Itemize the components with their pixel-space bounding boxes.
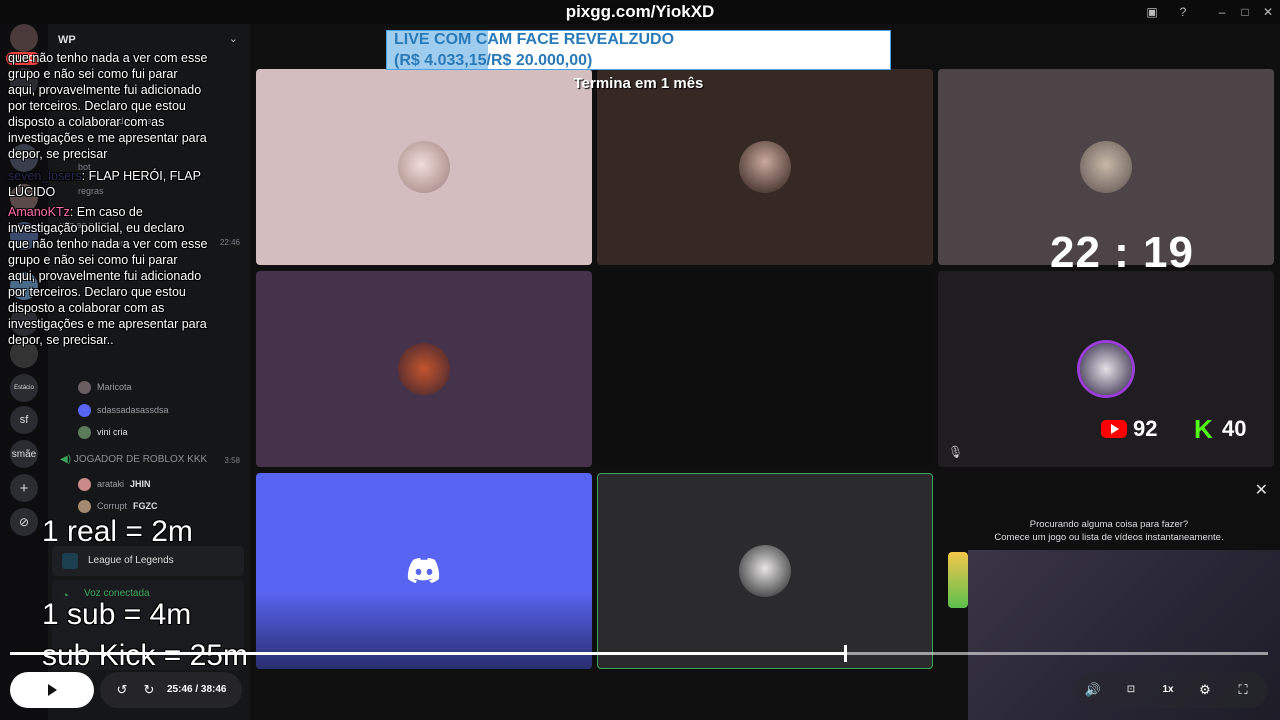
kick-count: 40	[1222, 416, 1247, 441]
monitor-icon[interactable]: ▣	[1144, 4, 1160, 20]
server-icon[interactable]: Estácio	[10, 374, 38, 402]
voice-channel[interactable]: ◀) JOGADOR DE ROBLOX KKK	[60, 454, 207, 465]
volume-icon[interactable]: 🔊	[1083, 680, 1103, 700]
forward-10-icon[interactable]: ↻	[139, 680, 159, 700]
member-name: Corrupt	[97, 501, 128, 511]
chat-message: seven_losers: FLAP HERÓI, FLAP LÚCIDO	[8, 168, 208, 200]
participant-tile[interactable]	[597, 69, 933, 265]
participant-tile[interactable]	[597, 271, 933, 467]
maximize-icon[interactable]: □	[1237, 4, 1253, 20]
server-icon[interactable]: sf	[10, 406, 38, 434]
voice-duration: 22:46	[219, 238, 240, 247]
voice-channel-name: JOGADOR DE ROBLOX KKK	[73, 454, 208, 465]
activity-status[interactable]: League of Legends	[52, 546, 244, 576]
activity-line-2: Comece um jogo ou lista de vídeos instan…	[994, 532, 1224, 543]
avatar	[398, 141, 450, 193]
compass-icon[interactable]: ⊘	[10, 508, 38, 536]
server-label: smãe	[11, 448, 37, 460]
settings-icon[interactable]: ⚙	[1195, 680, 1215, 700]
goal-title: LIVE COM CAM FACE REVEALZUDO	[394, 31, 675, 48]
chat-message: AmanoKTz: Em caso de investigação polici…	[8, 204, 208, 348]
time-controls: ↺ ↻ 25:46 / 38:46	[100, 672, 242, 708]
voice-member[interactable]: Maricota	[78, 378, 132, 396]
server-label: sf	[19, 414, 29, 426]
current-time: 25:46	[167, 684, 193, 695]
avatar	[739, 545, 791, 597]
app-window: 🎙 Procurando alguma coisa para fazer? Co…	[0, 0, 1280, 720]
activity-line-1: Procurando alguma coisa para fazer?	[1029, 519, 1189, 530]
chat-text: : Em caso de investigação policial, eu d…	[8, 205, 208, 347]
member-name: arataki	[97, 479, 125, 489]
seek-progress	[10, 652, 846, 655]
server-label: Estácio	[14, 385, 34, 391]
rate-real: 1 real = 2m	[42, 515, 193, 548]
avatar	[78, 380, 91, 394]
participant-tile[interactable]	[256, 271, 592, 467]
game-thumbnail[interactable]	[948, 552, 968, 608]
chevron-down-icon[interactable]: ⌄	[229, 32, 238, 45]
server-icon[interactable]: smãe	[10, 440, 38, 468]
voice-member[interactable]: arataki JHIN	[78, 475, 151, 493]
chat-username: AmanoKTz	[8, 205, 70, 219]
member-name: sdassadasassdsa	[97, 405, 169, 415]
server-name[interactable]: WP	[58, 34, 76, 46]
rewind-10-icon[interactable]: ↺	[112, 680, 132, 700]
playback-speed[interactable]: 1x	[1158, 680, 1178, 700]
youtube-counter: 92	[1101, 416, 1157, 442]
goal-ends-label: Termina em 1 mês	[573, 75, 704, 92]
goal-amount: (R$ 4.033,15/R$ 20.000,00)	[394, 52, 593, 69]
activity-prompt: Procurando alguma coisa para fazer? Come…	[938, 518, 1280, 544]
kick-icon: K	[1194, 414, 1213, 444]
avatar	[739, 141, 791, 193]
member-name: vini cria	[97, 427, 128, 437]
chat-message: que não tenho nada a ver com esse grupo …	[8, 51, 208, 161]
minimize-icon[interactable]: –	[1214, 4, 1230, 20]
total-time: 38:46	[200, 684, 227, 695]
rate-kick: sub Kick = 25m	[42, 639, 248, 672]
discord-icon	[398, 545, 450, 597]
add-server-icon[interactable]: +	[10, 474, 38, 502]
avatar	[78, 403, 91, 417]
voice-member[interactable]: Corrupt FGZC	[78, 497, 158, 515]
avatar	[78, 477, 91, 491]
kick-counter: K 40	[1194, 416, 1246, 442]
participant-tile-speaking[interactable]	[597, 473, 933, 669]
avatar	[1080, 141, 1132, 193]
participant-tile[interactable]	[256, 69, 592, 265]
avatar	[398, 343, 450, 395]
member-name: Maricota	[97, 382, 132, 392]
time-display: 25:46 / 38:46	[167, 684, 227, 695]
youtube-icon	[1101, 420, 1127, 438]
chat-username: seven_losers	[8, 169, 82, 183]
voice-member[interactable]: sdassadasassdsa	[78, 401, 169, 419]
close-icon[interactable]: ✕	[1260, 4, 1276, 20]
voice-member[interactable]: vini cria	[78, 423, 128, 441]
chat-overlay: que não tenho nada a ver com esse grupo …	[8, 50, 208, 348]
avatar	[78, 425, 91, 439]
avatar	[1080, 343, 1132, 395]
seek-handle[interactable]	[844, 645, 848, 662]
help-icon[interactable]: ?	[1175, 4, 1191, 20]
donation-goal: LIVE COM CAM FACE REVEALZUDO (R$ 4.033,1…	[386, 30, 891, 70]
subathon-timer: 22 : 19	[1050, 228, 1194, 277]
mute-icon: 🎙	[948, 445, 964, 459]
captions-icon[interactable]: ⊡	[1121, 680, 1141, 700]
avatar	[78, 499, 91, 513]
play-button[interactable]	[10, 672, 94, 708]
title-bar: pixgg.com/YiokXD ▣ ? – □ ✕	[0, 0, 1280, 24]
participant-tile[interactable]	[256, 473, 592, 669]
seek-bar[interactable]	[10, 645, 1268, 662]
fullscreen-icon[interactable]: ⛶	[1233, 680, 1253, 700]
close-icon[interactable]: ✕	[1255, 480, 1268, 500]
speaker-icon: ◀)	[60, 454, 72, 465]
member-tag: JHIN	[130, 479, 151, 489]
rate-sub: 1 sub = 4m	[42, 598, 192, 631]
voice-duration: 3:58	[224, 456, 240, 465]
member-tag: FGZC	[133, 501, 158, 511]
server-icon[interactable]	[10, 24, 38, 52]
stream-url: pixgg.com/YiokXD	[565, 2, 715, 21]
youtube-count: 92	[1133, 416, 1158, 441]
league-icon	[62, 553, 78, 569]
activity-name: League of Legends	[88, 555, 174, 566]
